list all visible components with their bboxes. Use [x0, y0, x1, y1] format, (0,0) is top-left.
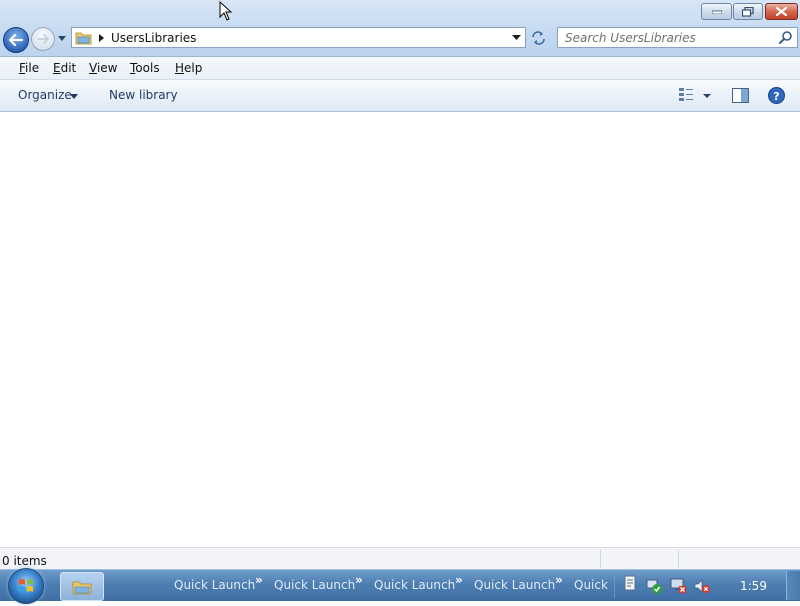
breadcrumb-chevron-icon[interactable]	[97, 33, 105, 43]
minimize-icon	[711, 10, 722, 14]
network-icon[interactable]	[670, 578, 686, 594]
menu-help[interactable]: Help	[175, 60, 202, 76]
new-library-button[interactable]: New library	[109, 88, 178, 102]
quick-launch-toolbar[interactable]: Quick Launch	[474, 578, 555, 592]
taskbar-explorer-button[interactable]	[60, 572, 104, 601]
action-center-icon[interactable]	[646, 578, 662, 594]
quick-launch-chevron[interactable]: »	[455, 573, 463, 587]
show-desktop-button[interactable]	[786, 571, 800, 600]
views-icon[interactable]	[678, 86, 712, 106]
file-list-pane[interactable]	[0, 112, 800, 547]
forward-arrow-icon	[37, 34, 49, 44]
chevron-down-icon	[512, 34, 521, 40]
windows-logo-icon	[19, 579, 33, 592]
quick-launch-chevron[interactable]: »	[355, 573, 363, 587]
menu-bar: File Edit View Tools Help	[0, 57, 800, 80]
quick-launch-toolbar[interactable]: Quick Launch	[374, 578, 455, 592]
search-input[interactable]	[558, 28, 773, 47]
status-bar: 0 items	[0, 547, 800, 570]
quick-launch-chevron[interactable]: »	[255, 573, 263, 587]
back-button[interactable]	[3, 27, 29, 53]
item-count: 0 items	[2, 554, 47, 568]
quick-launch-toolbar[interactable]: Quick Launch	[274, 578, 355, 592]
status-divider	[678, 550, 679, 568]
organize-button[interactable]: Organize	[18, 88, 72, 102]
command-bar: Organize New library ?	[0, 80, 800, 112]
address-history-dropdown[interactable]	[508, 28, 525, 47]
document-tray-icon[interactable]	[622, 575, 638, 591]
clock[interactable]: 1:59	[740, 579, 767, 593]
start-button[interactable]	[8, 568, 44, 604]
quick-launch-chevron[interactable]: »	[555, 573, 563, 587]
menu-tools[interactable]: Tools	[130, 60, 160, 76]
menu-edit[interactable]: Edit	[53, 60, 76, 76]
menu-view[interactable]: View	[89, 60, 117, 76]
back-arrow-icon	[9, 34, 23, 46]
close-icon	[776, 7, 787, 16]
restore-button[interactable]	[733, 3, 763, 20]
close-button[interactable]	[765, 3, 798, 20]
svg-text:?: ?	[773, 90, 779, 103]
chevron-down-icon[interactable]	[70, 94, 78, 99]
menu-file[interactable]: File	[19, 60, 39, 76]
taskbar: Quick Launch » Quick Launch » Quick Laun…	[0, 568, 800, 604]
volume-muted-icon[interactable]	[694, 578, 710, 594]
restore-icon	[742, 6, 754, 17]
status-divider	[600, 550, 601, 568]
address-path[interactable]: UsersLibraries	[111, 31, 196, 45]
tray-divider	[614, 574, 615, 598]
folder-icon	[75, 32, 92, 45]
preview-pane-icon[interactable]	[732, 88, 749, 103]
refresh-icon	[532, 30, 545, 45]
address-bar[interactable]: UsersLibraries	[71, 27, 526, 48]
mouse-pointer-icon	[219, 1, 232, 21]
folder-icon	[72, 581, 92, 594]
quick-launch-toolbar[interactable]: Quick Launch	[174, 578, 255, 592]
minimize-button[interactable]	[701, 3, 732, 20]
window-title-bar: UsersLibraries	[0, 0, 800, 57]
quick-launch-toolbar[interactable]: Quick L	[574, 578, 612, 592]
refresh-button[interactable]	[528, 27, 549, 48]
help-icon[interactable]: ?	[768, 87, 785, 104]
search-icon[interactable]	[778, 30, 794, 46]
forward-button[interactable]	[31, 27, 55, 51]
recent-pages-dropdown-icon[interactable]	[57, 33, 67, 43]
search-box[interactable]	[557, 27, 798, 48]
